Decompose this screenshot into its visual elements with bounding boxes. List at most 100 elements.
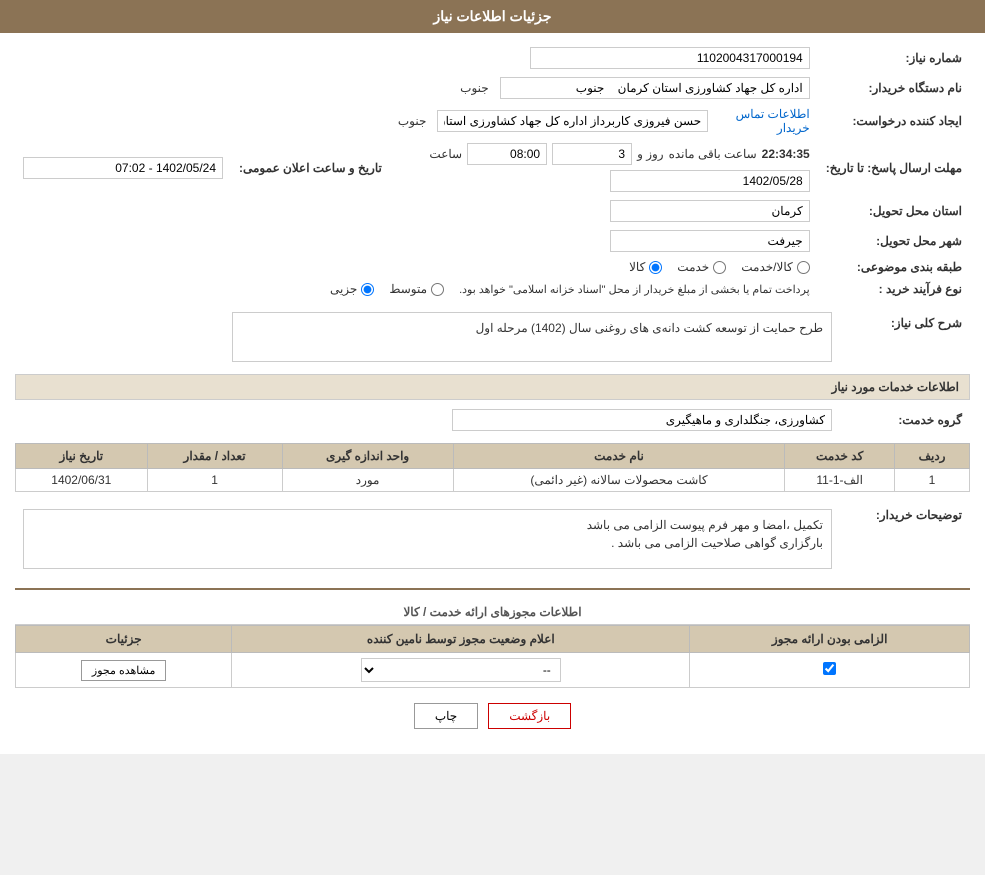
perm-table-row: -- مشاهده مجوز (16, 653, 970, 688)
province-input[interactable] (610, 200, 810, 222)
need-summary-label: شرح کلی نیاز: (840, 308, 970, 366)
cell-code: الف-1-11 (785, 469, 895, 492)
process-mottasat-label: متوسط (389, 282, 427, 296)
province-value (390, 196, 818, 226)
need-summary-value: طرح حمایت از توسعه کشت دانه‌ی های روغنی … (15, 308, 840, 366)
cell-name: کاشت محصولات سالانه (غیر دائمی) (453, 469, 785, 492)
col-date: تاریخ نیاز (16, 444, 148, 469)
buyer-label: نام دستگاه خریدار: (818, 73, 970, 103)
category-khadamat-label: خدمت (677, 260, 709, 274)
service-group-label: گروه خدمت: (840, 405, 970, 435)
remaining-label: ساعت باقی مانده (669, 147, 757, 161)
buyer-notes-line1: تکمیل ،امضا و مهر فرم پیوست الزامی می با… (32, 518, 823, 532)
perm-col-details: جزئیات (16, 626, 232, 653)
city-label: شهر محل تحویل: (818, 226, 970, 256)
view-permit-button[interactable]: مشاهده مجوز (81, 660, 166, 681)
category-kala-option[interactable]: کالا (629, 260, 662, 274)
need-number-label: شماره نیاز: (818, 43, 970, 73)
perm-status-cell: -- (232, 653, 690, 688)
section-divider (15, 588, 970, 590)
deadline-label: مهلت ارسال پاسخ: تا تاریخ: (818, 139, 970, 196)
print-button[interactable]: چاپ (414, 703, 478, 729)
table-row: 1 الف-1-11 کاشت محصولات سالانه (غیر دائم… (16, 469, 970, 492)
process-jozi-label: جزیی (330, 282, 357, 296)
process-mottasat-option[interactable]: متوسط (389, 282, 444, 296)
remaining-time: 22:34:35 (762, 147, 810, 161)
permissions-title: اطلاعات مجوزهای ارائه خدمت / کالا (15, 600, 970, 625)
permissions-section: اطلاعات مجوزهای ارائه خدمت / کالا الزامی… (15, 600, 970, 688)
buyer-notes-content: تکمیل ،امضا و مهر فرم پیوست الزامی می با… (15, 500, 840, 578)
buyer-notes-box: تکمیل ،امضا و مهر فرم پیوست الزامی می با… (23, 509, 832, 569)
col-row: ردیف (895, 444, 970, 469)
perm-required-checkbox[interactable] (823, 662, 836, 675)
cell-date: 1402/06/31 (16, 469, 148, 492)
announce-label: تاریخ و ساعت اعلان عمومی: (231, 139, 390, 196)
services-data-table: ردیف کد خدمت نام خدمت واحد اندازه گیری ت… (15, 443, 970, 492)
announce-input[interactable] (23, 157, 223, 179)
province-label: استان محل تحویل: (818, 196, 970, 226)
col-qty: تعداد / مقدار (147, 444, 282, 469)
bottom-buttons: بازگشت چاپ (15, 688, 970, 744)
buyer-notes-table: توضیحات خریدار: تکمیل ،امضا و مهر فرم پی… (15, 500, 970, 578)
cell-qty: 1 (147, 469, 282, 492)
category-kala-khadamat-option[interactable]: کالا/خدمت (741, 260, 809, 274)
contact-link[interactable]: اطلاعات تماس خریدار (714, 107, 810, 135)
category-label: طبقه بندی موضوعی: (818, 256, 970, 278)
process-jozi-radio[interactable] (361, 283, 374, 296)
deadline-value: 22:34:35 ساعت باقی مانده روز و ساعت (390, 139, 818, 196)
page-container: جزئیات اطلاعات نیاز شماره نیاز: نام دستگ… (0, 0, 985, 754)
buyer-region: جنوب (460, 81, 489, 95)
buyer-org-input[interactable] (500, 77, 810, 99)
col-code: کد خدمت (785, 444, 895, 469)
page-title: جزئیات اطلاعات نیاز (433, 8, 551, 24)
info-table: شماره نیاز: نام دستگاه خریدار: جنوب ایجا… (15, 43, 970, 300)
requester-label: ایجاد کننده درخواست: (818, 103, 970, 139)
days-and: روز و (637, 147, 664, 161)
category-kala-label: کالا (629, 260, 645, 274)
perm-status-select[interactable]: -- (361, 658, 561, 682)
buyer-notes-label: توضیحات خریدار: (840, 500, 970, 578)
category-kala-radio[interactable] (649, 261, 662, 274)
process-jozi-option[interactable]: جزیی (330, 282, 374, 296)
col-unit: واحد اندازه گیری (282, 444, 453, 469)
city-input[interactable] (610, 230, 810, 252)
process-description: پرداخت تمام یا بخشی از مبلغ خریدار از مح… (459, 283, 810, 296)
need-summary-box: طرح حمایت از توسعه کشت دانه‌ی های روغنی … (232, 312, 832, 362)
perm-col-status: اعلام وضعیت مجوز توسط نامین کننده (232, 626, 690, 653)
requester-input[interactable] (437, 110, 708, 132)
process-value: پرداخت تمام یا بخشی از مبلغ خریدار از مح… (15, 278, 818, 300)
back-button[interactable]: بازگشت (488, 703, 571, 729)
time-label: ساعت (429, 147, 462, 161)
deadline-time-input[interactable] (467, 143, 547, 165)
cell-row: 1 (895, 469, 970, 492)
deadline-days-input[interactable] (552, 143, 632, 165)
deadline-date-input[interactable] (610, 170, 810, 192)
need-number-value (390, 43, 818, 73)
category-khadamat-radio[interactable] (713, 261, 726, 274)
service-group-input[interactable] (452, 409, 832, 431)
page-header: جزئیات اطلاعات نیاز (0, 0, 985, 33)
permissions-table: الزامی بودن ارائه مجوز اعلام وضعیت مجوز … (15, 625, 970, 688)
category-kala-khadamat-label: کالا/خدمت (741, 260, 792, 274)
category-kala-khadamat-radio[interactable] (797, 261, 810, 274)
service-group-value (15, 405, 840, 435)
category-value: کالا/خدمت خدمت کالا (390, 256, 818, 278)
process-label: نوع فرآیند خرید : (818, 278, 970, 300)
requester-region: جنوب (398, 114, 427, 128)
col-name: نام خدمت (453, 444, 785, 469)
need-summary-text: طرح حمایت از توسعه کشت دانه‌ی های روغنی … (476, 321, 823, 335)
need-summary-table: شرح کلی نیاز: طرح حمایت از توسعه کشت دان… (15, 308, 970, 366)
buyer-value: جنوب (390, 73, 818, 103)
services-section-title: اطلاعات خدمات مورد نیاز (15, 374, 970, 400)
cell-unit: مورد (282, 469, 453, 492)
perm-required-cell (690, 653, 970, 688)
announce-value (15, 139, 231, 196)
perm-details-cell: مشاهده مجوز (16, 653, 232, 688)
city-value (390, 226, 818, 256)
buyer-notes-line2: بارگزاری گواهی صلاحیت الزامی می باشد . (32, 536, 823, 550)
service-group-table: گروه خدمت: (15, 405, 970, 435)
need-number-input[interactable] (530, 47, 810, 69)
category-khadamat-option[interactable]: خدمت (677, 260, 726, 274)
process-mottasat-radio[interactable] (431, 283, 444, 296)
main-content: شماره نیاز: نام دستگاه خریدار: جنوب ایجا… (0, 33, 985, 754)
